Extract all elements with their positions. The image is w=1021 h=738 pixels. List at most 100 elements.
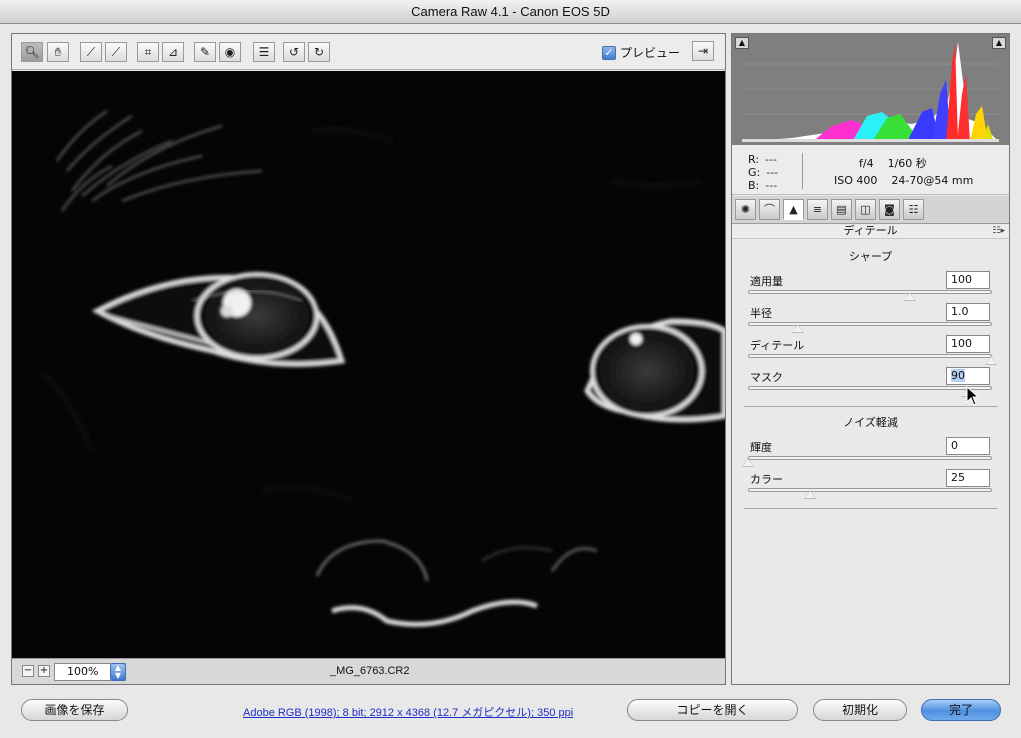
reset-button[interactable]: 初期化 <box>813 699 907 721</box>
status-bar: − + 100% ▲ ▼ _MG_6763.CR2 <box>12 658 725 684</box>
panel-menu-icon[interactable]: ☷▸ <box>992 225 1005 237</box>
detail-field[interactable]: 100 <box>946 335 990 353</box>
rotate-cw-icon: ↻ <box>313 45 325 59</box>
camera-icon: ◙ <box>884 203 895 216</box>
amount-slider-thumb[interactable] <box>904 292 916 301</box>
radius-value: 1.0 <box>951 305 969 318</box>
eyedropper-icon: ⟋ <box>86 45 96 59</box>
tab-detail[interactable]: ▲ <box>783 199 804 220</box>
lens-icon: ◫ <box>860 203 871 216</box>
settings-panel: ▲ ▲ R: --- G: --- B: --- f/4 1/60 秒 ISO … <box>731 33 1010 685</box>
aperture-value: f/4 <box>859 157 874 170</box>
detail-slider-thumb[interactable] <box>985 356 997 365</box>
zoom-level-select[interactable]: 100% ▲ ▼ <box>54 663 126 681</box>
luminance-slider-thumb[interactable] <box>742 458 754 467</box>
mountain-icon: ▲ <box>789 203 798 216</box>
image-preview-photo <box>41 110 725 627</box>
panel-title: ディテール ☷▸ <box>732 225 1009 239</box>
amount-slider[interactable] <box>748 290 992 301</box>
tab-camera-calibration[interactable]: ◙ <box>879 199 900 220</box>
aperture-icon: ✺ <box>740 203 751 216</box>
tab-hsl[interactable]: ≡ <box>807 199 828 220</box>
retouch-tool-button[interactable]: ✎ <box>194 42 216 62</box>
histogram: ▲ ▲ <box>732 34 1009 145</box>
masking-field[interactable]: 90 <box>946 367 990 385</box>
preview-toggle[interactable]: ✓ プレビュー <box>602 44 680 61</box>
panel-title-text: ディテール <box>843 224 898 237</box>
plus-icon: + <box>39 665 49 676</box>
rotate-right-button[interactable]: ↻ <box>308 42 330 62</box>
save-image-button[interactable]: 画像を保存 <box>21 699 128 721</box>
red-eye-icon: ◉ <box>224 45 236 59</box>
noise-group-title: ノイズ軽減 <box>843 416 898 429</box>
r-label: R: <box>748 153 760 166</box>
masking-slider[interactable] <box>748 386 992 397</box>
file-name: _MG_6763.CR2 <box>330 665 410 677</box>
preview-checkbox[interactable]: ✓ <box>602 45 616 60</box>
color-sampler-icon: ⟋ <box>111 45 121 59</box>
white-balance-tool-button[interactable]: ⟋ <box>80 42 102 62</box>
straighten-icon: ⊿ <box>167 45 179 59</box>
amount-value: 100 <box>951 273 972 286</box>
tab-basic[interactable]: ✺ <box>735 199 756 220</box>
open-copy-button[interactable]: コピーを開く <box>627 699 798 721</box>
hsl-icon: ≡ <box>812 203 823 216</box>
luminance-field[interactable]: 0 <box>946 437 990 455</box>
section-divider <box>744 406 998 407</box>
presets-icon: ☷ <box>908 203 919 216</box>
detail-slider[interactable] <box>748 354 997 365</box>
crop-tool-button[interactable]: ⌗ <box>137 42 159 62</box>
lens-value: 24-70@54 mm <box>891 174 974 187</box>
image-preview[interactable] <box>12 71 725 658</box>
fullscreen-toggle-button[interactable]: ⇥ <box>692 41 714 61</box>
masking-label: マスク <box>750 371 783 384</box>
brush-icon: ✎ <box>199 45 211 59</box>
section-divider <box>744 508 998 509</box>
tab-presets[interactable]: ☷ <box>903 199 924 220</box>
minus-icon: − <box>23 665 33 676</box>
window-title: Camera Raw 4.1 - Canon EOS 5D <box>0 0 1021 24</box>
panel-tabs: ✺ ⌒ ▲ ≡ ▤ ◫ ◙ ☷ <box>732 196 1009 224</box>
rotate-ccw-icon: ↺ <box>288 45 300 59</box>
stepper-arrows-icon[interactable]: ▲ ▼ <box>110 663 126 681</box>
shutter-value: 1/60 秒 <box>887 157 927 170</box>
tab-lens-corrections[interactable]: ◫ <box>855 199 876 220</box>
tab-split-toning[interactable]: ▤ <box>831 199 852 220</box>
hand-icon: ✋︎ <box>54 45 62 59</box>
color-field[interactable]: 25 <box>946 469 990 487</box>
rotate-left-button[interactable]: ↺ <box>283 42 305 62</box>
straighten-tool-button[interactable]: ⊿ <box>162 42 184 62</box>
radius-field[interactable]: 1.0 <box>946 303 990 321</box>
color-sampler-tool-button[interactable]: ⟋ <box>105 42 127 62</box>
luminance-value: 0 <box>951 439 958 452</box>
color-slider-thumb[interactable] <box>804 490 816 499</box>
zoom-in-button[interactable]: + <box>38 665 50 677</box>
b-label: B: <box>748 179 760 192</box>
color-slider[interactable] <box>748 488 992 499</box>
amount-label: 適用量 <box>750 275 783 288</box>
preview-panel: 🔍︎ ✋︎ ⟋ ⟋ ⌗ ⊿ ✎ ◉ ☰ ↺ ↻ ✓ プレビュー ⇥ − + 10… <box>11 33 726 685</box>
detail-label: ディテール <box>750 339 805 352</box>
luminance-slider[interactable] <box>742 456 992 467</box>
iso-value: ISO 400 <box>834 174 878 187</box>
hand-tool-button[interactable]: ✋︎ <box>47 42 69 62</box>
g-value: --- <box>766 166 779 179</box>
list-icon: ☰ <box>258 45 270 59</box>
radius-label: 半径 <box>750 307 772 320</box>
crop-icon: ⌗ <box>144 45 152 59</box>
color-value: 25 <box>951 471 965 484</box>
masking-value: 90 <box>951 369 965 382</box>
zoom-out-button[interactable]: − <box>22 665 34 677</box>
preview-label: プレビュー <box>620 46 681 60</box>
radius-slider-thumb[interactable] <box>792 324 804 333</box>
amount-field[interactable]: 100 <box>946 271 990 289</box>
workflow-options-link[interactable]: Adobe RGB (1998); 8 bit; 2912 x 4368 (12… <box>243 704 573 720</box>
fullscreen-icon: ⇥ <box>697 44 709 58</box>
split-toning-icon: ▤ <box>836 203 847 216</box>
done-button[interactable]: 完了 <box>921 699 1001 721</box>
zoom-tool-button[interactable]: 🔍︎ <box>21 42 43 62</box>
red-eye-tool-button[interactable]: ◉ <box>219 42 241 62</box>
tab-tone-curve[interactable]: ⌒ <box>759 199 780 220</box>
radius-slider[interactable] <box>748 322 992 333</box>
preferences-tool-button[interactable]: ☰ <box>253 42 275 62</box>
